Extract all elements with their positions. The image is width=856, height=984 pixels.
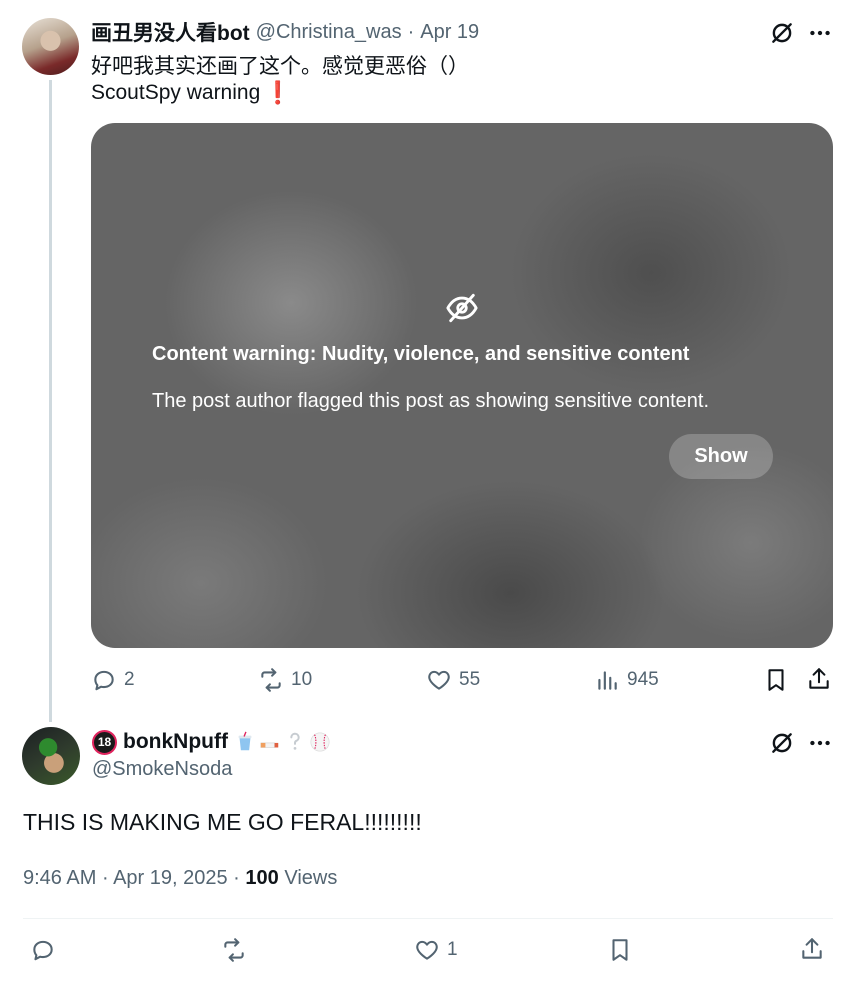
more-button[interactable] xyxy=(807,20,833,51)
display-name[interactable]: bonkNpuff xyxy=(123,730,228,754)
reply-count: 2 xyxy=(124,669,135,690)
separator-dot: · xyxy=(233,867,240,889)
like-action[interactable]: 55 xyxy=(426,667,480,693)
user-handle[interactable]: @Christina_was xyxy=(256,21,402,44)
grok-icon xyxy=(772,23,792,43)
separator-dot: · xyxy=(101,867,109,889)
repost-count: 10 xyxy=(291,669,313,690)
content-warning-description: The post author flagged this post as sho… xyxy=(152,390,710,412)
views-count: 945 xyxy=(627,669,659,690)
tweet-date[interactable]: Apr 19, 2025 xyxy=(113,867,228,889)
views-label: Views xyxy=(284,867,338,889)
bookmark-icon xyxy=(612,939,628,961)
tweet-date[interactable]: Apr 19 xyxy=(420,21,479,44)
bookmark-icon xyxy=(768,669,784,691)
reply-action[interactable]: 2 xyxy=(91,667,135,693)
like-count: 1 xyxy=(447,939,458,960)
tweet-text-line2-label: ScoutSpy warning xyxy=(91,81,261,104)
avatar[interactable] xyxy=(22,727,80,785)
avatar[interactable] xyxy=(22,18,79,75)
like-count: 55 xyxy=(459,669,481,690)
more-icon xyxy=(810,30,830,36)
grok-button[interactable] xyxy=(769,730,795,761)
cigarette-emoji xyxy=(260,742,279,748)
tweet-header: 画丑男没人看bot @Christina_was · Apr 19 xyxy=(91,18,479,46)
share-icon xyxy=(802,938,822,959)
display-name[interactable]: 画丑男没人看bot xyxy=(91,17,250,47)
bookmark-button[interactable] xyxy=(763,667,789,698)
sensitive-media-card[interactable]: Content warning: Nudity, violence, and s… xyxy=(91,123,833,648)
views-icon xyxy=(598,671,617,690)
repost-action[interactable] xyxy=(221,937,247,963)
content-warning-title: Content warning: Nudity, violence, and s… xyxy=(152,343,690,365)
reply-icon xyxy=(94,670,114,691)
like-action[interactable]: 1 xyxy=(414,937,458,963)
divider xyxy=(23,918,833,919)
grok-icon xyxy=(772,733,792,753)
repost-action[interactable]: 10 xyxy=(258,667,312,693)
tweet-time[interactable]: 9:46 AM xyxy=(23,867,96,889)
baseball-emoji xyxy=(310,732,330,752)
name-emojis xyxy=(234,731,331,753)
tweet-text: THIS IS MAKING ME GO FERAL!!!!!!!!! xyxy=(23,809,422,835)
heart-icon xyxy=(416,940,438,960)
user-handle[interactable]: @SmokeNsoda xyxy=(92,758,232,781)
age-restriction-badge: 18 xyxy=(92,729,117,755)
show-button[interactable]: Show xyxy=(669,434,773,479)
heart-icon xyxy=(428,670,450,690)
views-count: 100 xyxy=(245,867,279,889)
repost-icon xyxy=(224,938,244,962)
share-button[interactable] xyxy=(806,666,832,697)
tweet-meta: 9:46 AM · Apr 19, 2025 · 100 Views xyxy=(23,867,337,890)
share-button[interactable] xyxy=(799,936,825,967)
tweet-text-line1: 好吧我其实还画了这个。感觉更恶俗（） xyxy=(91,55,469,78)
separator-dot: · xyxy=(407,20,415,43)
eye-off-icon xyxy=(446,293,478,323)
exclamation-emoji: ❗ xyxy=(264,80,292,105)
reply-action[interactable] xyxy=(30,937,56,963)
more-button[interactable] xyxy=(807,730,833,761)
thread-line xyxy=(49,80,52,722)
tweet-header: 18 bonkNpuff xyxy=(92,728,331,756)
more-icon xyxy=(810,740,830,746)
reply-icon xyxy=(33,940,53,961)
question-mark-emoji xyxy=(290,732,300,750)
share-icon xyxy=(809,668,829,689)
repost-icon xyxy=(261,668,281,692)
tweet-text-line2: ScoutSpy warning ❗ xyxy=(91,80,292,106)
soda-cup-emoji xyxy=(238,731,252,751)
views-action[interactable]: 945 xyxy=(594,667,659,693)
grok-button[interactable] xyxy=(769,20,795,51)
bookmark-button[interactable] xyxy=(607,937,633,968)
